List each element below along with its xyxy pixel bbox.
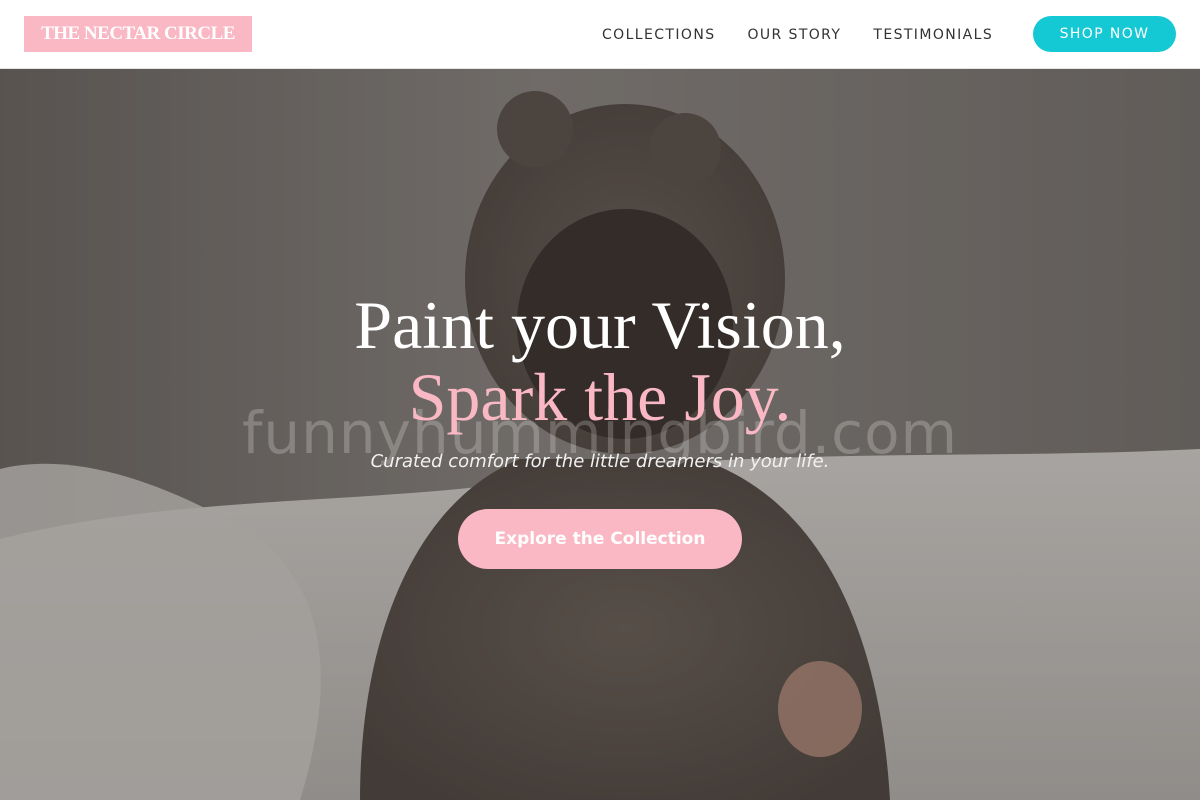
hero-heading-line-2: Spark the Joy. — [408, 359, 792, 435]
nav-link-testimonials[interactable]: TESTIMONIALS — [873, 27, 993, 43]
nav-link-our-story[interactable]: OUR STORY — [747, 27, 841, 43]
nav-link-collections[interactable]: COLLECTIONS — [602, 27, 715, 43]
hero-heading-line-1: Paint your Vision, — [354, 287, 846, 363]
hero-section: funnyhummingbird.com Paint your Vision, … — [0, 69, 1200, 800]
hero-subtitle: Curated comfort for the little dreamers … — [370, 451, 830, 472]
hero-heading: Paint your Vision, Spark the Joy. — [0, 289, 1200, 433]
site-logo[interactable]: THE NECTAR CIRCLE — [24, 16, 252, 52]
main-nav: COLLECTIONS OUR STORY TESTIMONIALS — [602, 0, 1025, 69]
explore-collection-button[interactable]: Explore the Collection — [458, 509, 742, 569]
shop-now-button[interactable]: SHOP NOW — [1033, 16, 1176, 52]
site-header: THE NECTAR CIRCLE COLLECTIONS OUR STORY … — [0, 0, 1200, 69]
